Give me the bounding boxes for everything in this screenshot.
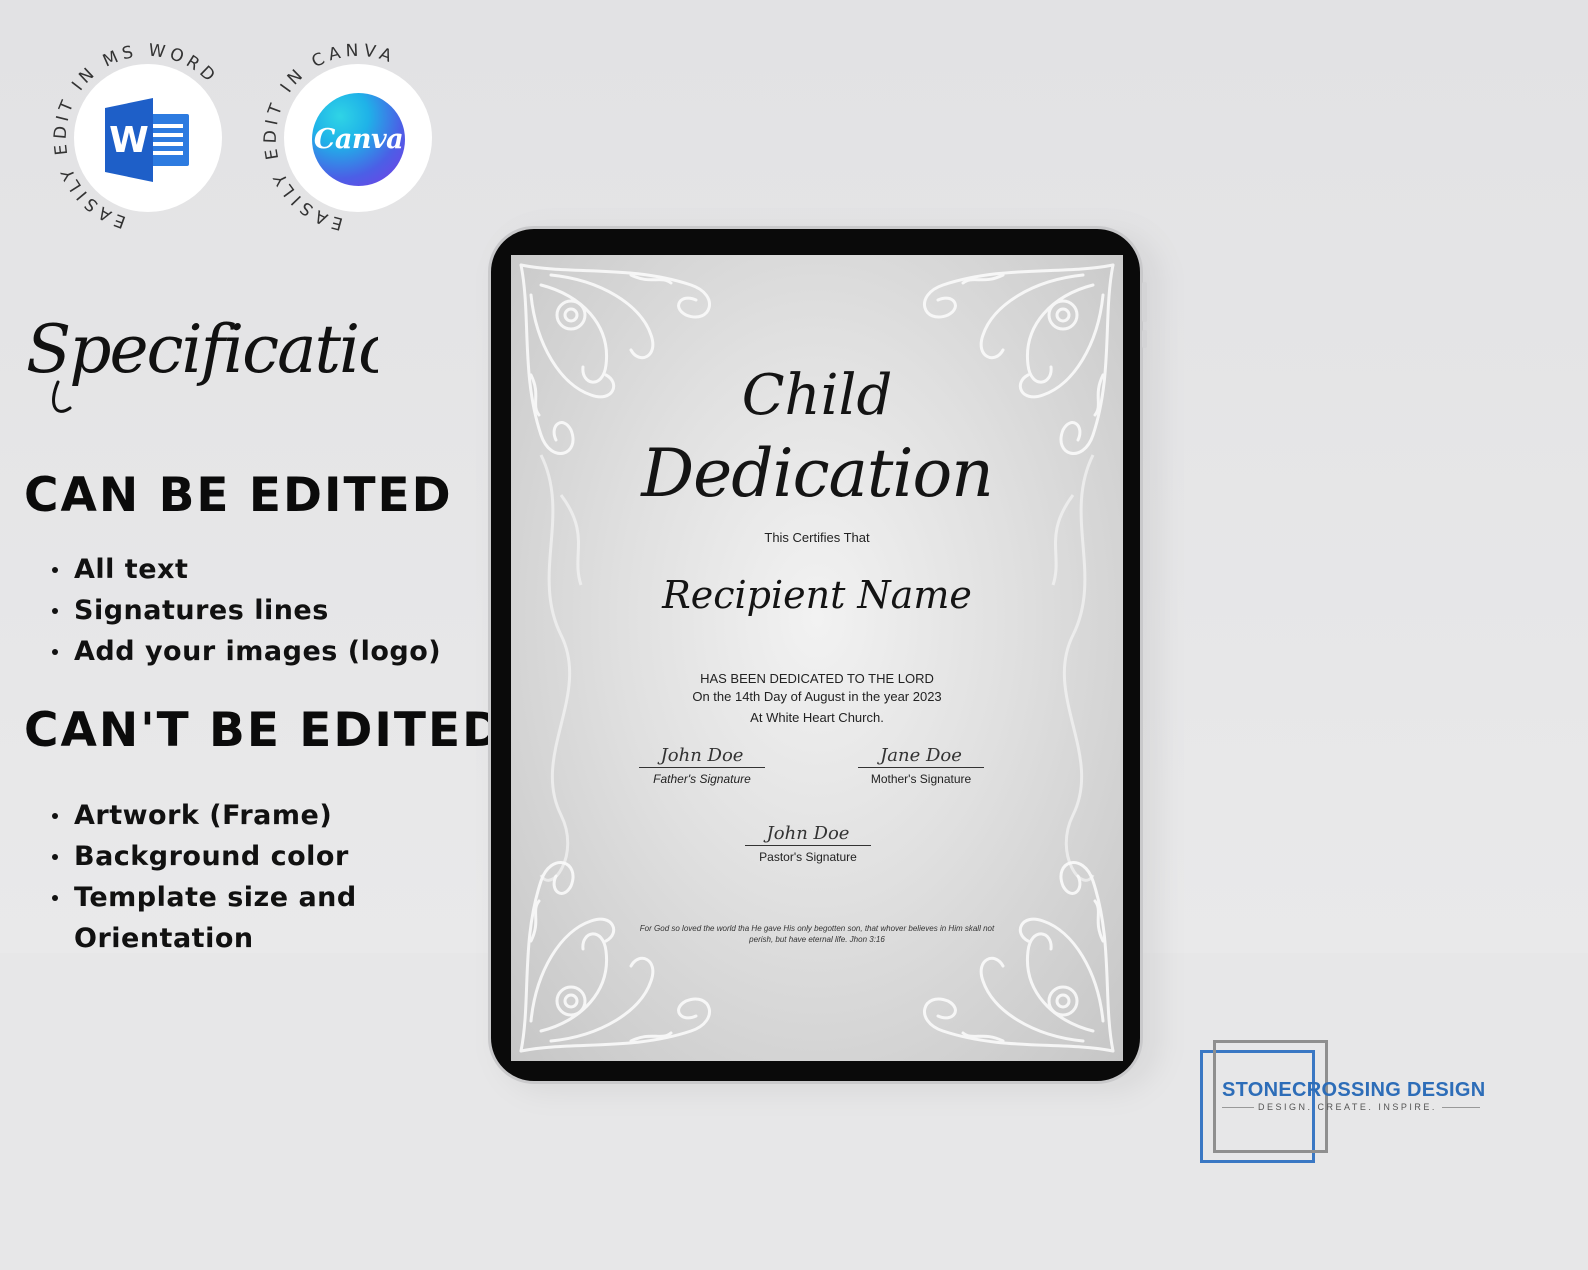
stonecrossing-logo: STONECROSSING DESIGN DESIGN. CREATE. INS…	[1200, 1040, 1500, 1175]
church-line: At White Heart Church.	[750, 710, 884, 725]
mother-signature: Jane Doe Mother's Signature	[856, 745, 986, 786]
list-item: Orientation	[74, 923, 254, 954]
canva-icon-wordmark: Canva	[313, 124, 404, 155]
svg-text:W: W	[109, 120, 149, 161]
list-item: Add your images (logo)	[52, 631, 441, 672]
mother-signature-scribble: Jane Doe	[880, 745, 962, 766]
mother-signature-label: Mother's Signature	[870, 772, 972, 786]
date-line: On the 14th Day of August in the year 20…	[692, 689, 942, 704]
bullet-icon	[52, 608, 58, 614]
signature-line	[745, 845, 871, 846]
father-signature-scribble: John Doe	[660, 745, 744, 766]
tablet-side-button	[1142, 282, 1147, 322]
pastor-signature-label: Pastor's Signature	[759, 850, 857, 864]
father-signature: John Doe Father's Signature	[637, 745, 767, 786]
father-signature-label: Father's Signature	[653, 772, 751, 786]
list-item: Signatures lines	[52, 590, 441, 631]
logo-tagline-rule	[1222, 1107, 1254, 1108]
logo-tagline-rule	[1442, 1107, 1480, 1108]
list-item: Artwork (Frame)	[52, 795, 357, 836]
pastor-signature-scribble: John Doe	[766, 823, 850, 844]
certificate-title-line1: Child	[741, 363, 893, 428]
dedication-line: HAS BEEN DEDICATED TO THE LORD	[700, 671, 934, 686]
list-item: Template size and	[52, 877, 357, 918]
certificate-title-line2: Dedication	[641, 435, 994, 512]
certifies-text: This Certifies That	[764, 530, 870, 545]
signature-line	[858, 767, 984, 768]
scripture-verse: For God so loved the world tha He gave H…	[639, 924, 995, 944]
logo-tagline: DESIGN. CREATE. INSPIRE.	[1258, 1102, 1437, 1112]
can-be-edited-list: All text Signatures lines Add your image…	[52, 549, 441, 672]
cant-be-edited-list: Artwork (Frame) Background color Templat…	[52, 795, 357, 959]
bullet-icon	[52, 813, 58, 819]
signature-line	[639, 767, 765, 768]
bullet-icon	[52, 854, 58, 860]
specification-title: Specification	[26, 311, 378, 413]
svg-text:Specification: Specification	[26, 311, 378, 388]
can-be-edited-heading: CAN BE EDITED	[24, 468, 453, 523]
list-item: Background color	[52, 836, 357, 877]
certificate-screen: Child Dedication This Certifies That Rec…	[511, 255, 1123, 1061]
logo-brand-name: STONECROSSING DESIGN	[1222, 1079, 1486, 1101]
pastor-signature: John Doe Pastor's Signature	[743, 823, 873, 864]
list-item: All text	[52, 549, 441, 590]
cant-be-edited-heading: CAN'T BE EDITED	[24, 703, 504, 758]
bullet-icon	[52, 649, 58, 655]
canva-icon: Canva	[312, 93, 405, 186]
bullet-icon	[52, 567, 58, 573]
bullet-icon	[52, 895, 58, 901]
recipient-name: Recipient Name	[662, 573, 972, 617]
word-icon: W	[105, 98, 189, 182]
tablet-side-button	[1142, 330, 1147, 348]
